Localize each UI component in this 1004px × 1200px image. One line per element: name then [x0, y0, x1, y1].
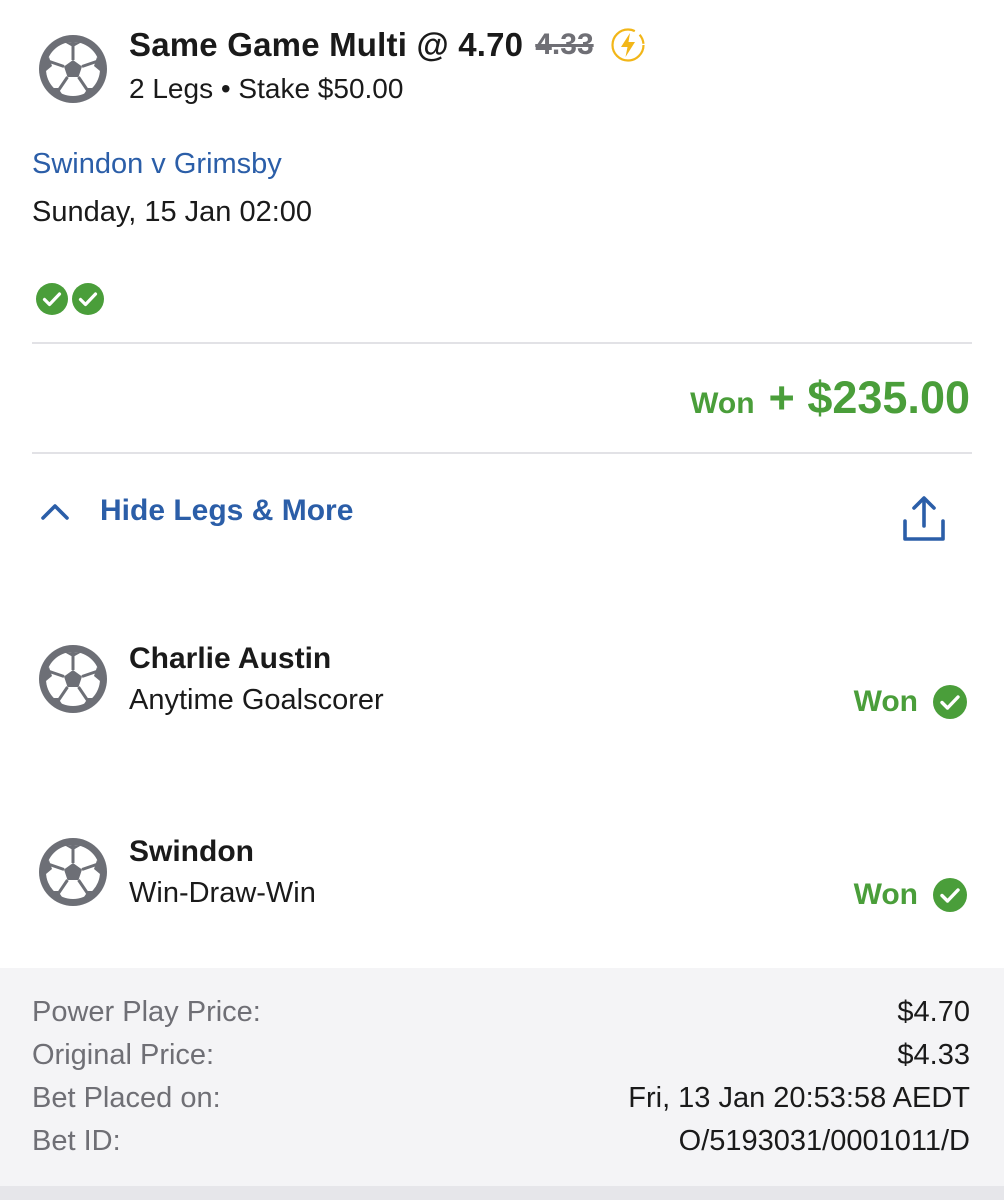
detail-value: $4.33 [897, 1039, 970, 1071]
detail-row-original-price: Original Price: $4.33 [32, 1039, 970, 1072]
bet-details-panel: Power Play Price: $4.70 Original Price: … [0, 968, 1004, 1200]
lightning-bolt-icon [610, 27, 646, 63]
leg-market: Win-Draw-Win [129, 877, 316, 909]
detail-row-power-play-price: Power Play Price: $4.70 [32, 996, 970, 1029]
event-link[interactable]: Swindon v Grimsby [32, 148, 282, 181]
leg-status-label: Won [853, 685, 918, 718]
event-date: Sunday, 15 Jan 02:00 [32, 196, 313, 228]
detail-label: Bet Placed on: [32, 1082, 221, 1114]
result-label: Won [690, 387, 755, 420]
check-circle-icon [71, 282, 105, 316]
detail-value: Fri, 13 Jan 20:53:58 AEDT [628, 1082, 970, 1114]
soccer-ball-icon [37, 33, 109, 105]
leg-status: Won [854, 877, 968, 913]
detail-label: Bet ID: [32, 1125, 121, 1157]
check-circle-icon [932, 684, 968, 720]
leg-selection-name: Charlie Austin [129, 642, 332, 675]
detail-label: Original Price: [32, 1039, 215, 1071]
result-amount: + $235.00 [768, 372, 970, 423]
hide-legs-toggle[interactable]: Hide Legs & More [38, 494, 353, 528]
bet-subtitle: 2 Legs • Stake $50.00 [129, 73, 404, 104]
detail-label: Power Play Price: [32, 996, 261, 1028]
divider [32, 342, 972, 344]
soccer-ball-icon [37, 836, 109, 908]
original-price-struck: 4.33 [535, 28, 594, 61]
divider [32, 452, 972, 454]
detail-row-bet-id: Bet ID: O/5193031/0001011/D [32, 1125, 970, 1158]
leg-market: Anytime Goalscorer [129, 684, 384, 716]
detail-value: $4.70 [897, 996, 970, 1028]
chevron-up-icon [38, 494, 72, 528]
detail-row-bet-placed-on: Bet Placed on: Fri, 13 Jan 20:53:58 AEDT [32, 1082, 970, 1115]
soccer-ball-icon [37, 643, 109, 715]
bet-title: Same Game Multi @ 4.70 [129, 26, 524, 63]
detail-value: O/5193031/0001011/D [678, 1125, 970, 1157]
legs-status-summary [35, 282, 105, 316]
bet-title-row: Same Game Multi @ 4.70 4.33 [129, 26, 646, 64]
result-total: Won + $235.00 [690, 372, 970, 424]
panel-bottom-edge [0, 1186, 1004, 1200]
leg-status: Won [854, 684, 968, 720]
check-circle-icon [35, 282, 69, 316]
leg-selection-name: Swindon [129, 835, 254, 868]
share-icon[interactable] [900, 494, 948, 544]
check-circle-icon [932, 877, 968, 913]
leg-status-label: Won [853, 878, 918, 911]
hide-legs-label: Hide Legs & More [100, 494, 354, 527]
